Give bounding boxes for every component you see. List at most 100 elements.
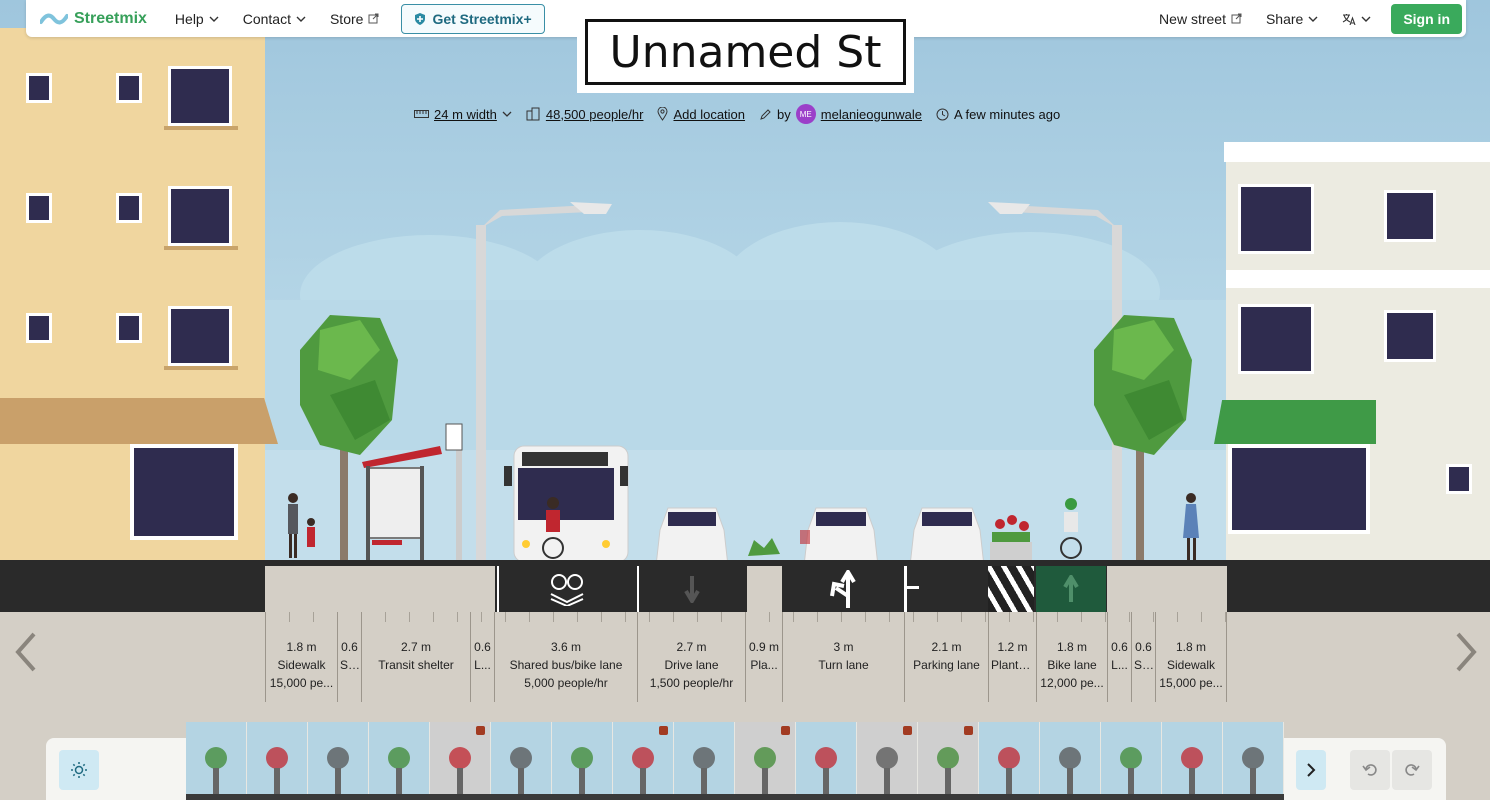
- palette-item-lamp-post[interactable]: [552, 722, 613, 800]
- segment-label[interactable]: 1.8 m Bike lane 12,000 pe...: [1036, 612, 1107, 702]
- author-link[interactable]: melanieogunwale: [821, 107, 922, 122]
- turn-lane-surface[interactable]: [782, 566, 904, 612]
- palette-scroll-button[interactable]: [1296, 750, 1326, 790]
- external-link-icon: [368, 13, 379, 24]
- bicycle-icon: [308, 747, 369, 800]
- lamp-post-icon: [552, 747, 613, 800]
- segment-width: 2.1 m: [931, 640, 962, 654]
- lock-icon: [964, 726, 973, 735]
- segment-label[interactable]: 0.6 L...: [1107, 612, 1131, 702]
- bike-lane-surface[interactable]: [1036, 566, 1106, 612]
- segment-label[interactable]: 3 m Turn lane: [782, 612, 904, 702]
- palette-item-pedestrian-scooter[interactable]: [979, 722, 1040, 800]
- segment-label[interactable]: 1.2 m Plante...: [988, 612, 1036, 702]
- segment-capacity: 15,000 pe...: [269, 676, 334, 690]
- planter-surface[interactable]: [747, 566, 782, 612]
- cyclist: [1060, 498, 1082, 559]
- segment-label[interactable]: 0.9 m Pla...: [745, 612, 782, 702]
- segment-label[interactable]: 2.7 m Transit shelter: [361, 612, 470, 702]
- segment-label[interactable]: 2.1 m Parking lane: [904, 612, 988, 702]
- add-location-link[interactable]: Add location: [657, 107, 745, 122]
- store-link[interactable]: Store: [318, 11, 391, 27]
- scroll-right-icon[interactable]: [1450, 630, 1480, 674]
- add-location-label: Add location: [673, 106, 746, 122]
- help-menu[interactable]: Help: [163, 11, 231, 27]
- get-streetmix-plus-button[interactable]: Get Streetmix+: [401, 3, 545, 34]
- brand-logo[interactable]: Streetmix: [40, 10, 147, 28]
- planter-flowers: [990, 515, 1032, 566]
- palette-item-bicycle[interactable]: [308, 722, 369, 800]
- palette-item-pedestrians[interactable]: [186, 722, 247, 800]
- palette-item-cyclist[interactable]: [1101, 722, 1162, 800]
- segment-label[interactable]: 0.6 L...: [470, 612, 494, 702]
- segment-label[interactable]: 0.6 Si...: [1131, 612, 1155, 702]
- palette-item-e-scooter[interactable]: [1040, 722, 1101, 800]
- capacity-link[interactable]: 48,500 people/hr: [526, 107, 643, 122]
- segment-label[interactable]: 0.6 Si...: [337, 612, 361, 702]
- turn-arrow-icon: [830, 570, 856, 608]
- segment-label[interactable]: 2.7 m Drive lane 1,500 people/hr: [637, 612, 745, 702]
- segment-label[interactable]: 1.8 m Sidewalk 15,000 pe...: [1155, 612, 1227, 702]
- street-metadata: 24 m width 48,500 people/hr Add location…: [414, 104, 1060, 124]
- segment-width: 1.8 m: [1056, 640, 1087, 654]
- segment-name: Bike lane: [1047, 658, 1097, 672]
- share-menu[interactable]: Share: [1254, 11, 1330, 27]
- scroll-left-icon[interactable]: [12, 630, 42, 674]
- shield-plus-icon: [415, 12, 426, 25]
- palette-items: [186, 722, 1306, 800]
- palette-item-traffic-cone[interactable]: [857, 722, 918, 800]
- segment-width: 0.6: [1135, 640, 1152, 654]
- palette-item-bikeshare[interactable]: [1162, 722, 1223, 800]
- bus-bike-lane-surface[interactable]: [497, 566, 634, 612]
- sign-in-button[interactable]: Sign in: [1391, 3, 1462, 34]
- buffer-surface[interactable]: [988, 566, 1034, 612]
- environment-button[interactable]: [59, 750, 99, 790]
- palette-item-utility-pole[interactable]: [613, 722, 674, 800]
- bench-icon: [369, 747, 430, 800]
- arrow-down-icon: [684, 576, 700, 603]
- segment-width: 1.8 m: [1175, 640, 1206, 654]
- streetmix-logo-icon: [40, 13, 68, 24]
- brand-name: Streetmix: [74, 9, 147, 27]
- road-band: [0, 560, 1490, 612]
- palette-item-flowers[interactable]: [796, 722, 857, 800]
- street-width-menu[interactable]: 24 m width: [414, 107, 512, 122]
- pedestrians-icon: [186, 747, 247, 800]
- bus-icon: [1223, 747, 1284, 800]
- tree-right: [1094, 315, 1192, 560]
- palette-item-cafe-table[interactable]: [430, 722, 491, 800]
- street-name[interactable]: Unnamed St: [585, 19, 906, 85]
- segment-name: Plante...: [991, 658, 1036, 672]
- palette-item-bench[interactable]: [369, 722, 430, 800]
- chevron-down-icon: [502, 111, 512, 117]
- palette-item-planter-box[interactable]: [674, 722, 735, 800]
- new-street-link[interactable]: New street: [1147, 11, 1254, 27]
- segment-width: 3 m: [833, 640, 854, 654]
- palette-item-newspaper-box[interactable]: [491, 722, 552, 800]
- redo-icon: [1405, 764, 1420, 776]
- palette-item-vendor[interactable]: [735, 722, 796, 800]
- chevron-down-icon: [209, 16, 219, 22]
- undo-button[interactable]: [1350, 750, 1390, 790]
- sun-icon: [71, 762, 87, 778]
- redo-button[interactable]: [1392, 750, 1432, 790]
- segment-name: Sidewalk: [277, 658, 326, 672]
- last-updated: A few minutes ago: [936, 107, 1060, 122]
- segment-label[interactable]: 1.8 m Sidewalk 15,000 pe...: [265, 612, 337, 702]
- street-name-sign[interactable]: Unnamed St: [577, 11, 914, 93]
- drive-lane-surface[interactable]: [637, 566, 745, 612]
- contact-menu[interactable]: Contact: [231, 11, 318, 27]
- palette-item-drainage[interactable]: [918, 722, 979, 800]
- segment-label[interactable]: 3.6 m Shared bus/bike lane 5,000 people/hr: [494, 612, 637, 702]
- palette-item-bus[interactable]: [1223, 722, 1284, 800]
- sidewalk-surface[interactable]: [265, 566, 495, 612]
- by-label: by: [777, 106, 791, 122]
- lock-icon: [659, 726, 668, 735]
- parking-lane-surface[interactable]: [904, 566, 988, 612]
- car-drive-lane: [655, 507, 729, 568]
- sidewalk-surface-right[interactable]: [1107, 566, 1227, 612]
- newspaper-box-icon: [491, 747, 552, 800]
- palette-item-tree[interactable]: [247, 722, 308, 800]
- plant-small: [748, 538, 780, 556]
- language-menu[interactable]: [1330, 13, 1383, 25]
